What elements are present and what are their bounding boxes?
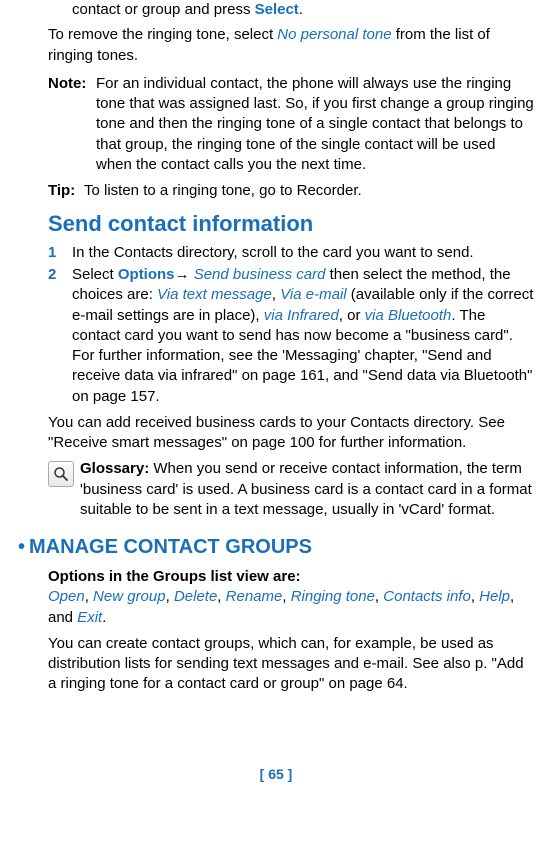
glossary-block: Glossary: When you send or receive conta… <box>48 459 534 520</box>
step-body: Select Options→ Send business card then … <box>72 265 534 407</box>
comma: , <box>471 588 479 605</box>
step-1: 1 In the Contacts directory, scroll to t… <box>48 243 534 263</box>
step-2: 2 Select Options→ Send business card the… <box>48 265 534 407</box>
via-email: Via e-mail <box>280 286 346 303</box>
bullet-icon: • <box>18 536 25 558</box>
opt-contacts-info: Contacts info <box>383 588 471 605</box>
tip-body: To listen to a ringing tone, go to Recor… <box>84 181 362 201</box>
opt-help: Help <box>479 588 510 605</box>
comma: , <box>166 588 174 605</box>
opt-open: Open <box>48 588 85 605</box>
opt-exit: Exit <box>77 609 102 626</box>
options-list-label: Options in the Groups list view are: <box>48 567 534 587</box>
step-number: 2 <box>48 265 72 407</box>
text-fragment: Select <box>72 266 118 283</box>
text-fragment: , or <box>339 307 365 324</box>
remove-tone-para: To remove the ringing tone, select No pe… <box>48 25 534 66</box>
no-personal-tone: No personal tone <box>277 26 391 43</box>
note-label: Note: <box>48 74 96 175</box>
via-bluetooth: via Bluetooth <box>365 307 452 324</box>
opt-new-group: New group <box>93 588 166 605</box>
text-fragment: , <box>272 286 280 303</box>
glossary-label: Glossary: <box>80 460 149 477</box>
manage-body: You can create contact groups, which can… <box>48 634 534 695</box>
comma: , <box>375 588 383 605</box>
via-text-message: Via text message <box>157 286 272 303</box>
document-page: contact or group and press Select. To re… <box>0 0 552 784</box>
page-number: [ 65 ] <box>18 765 534 784</box>
note-body: For an individual contact, the phone wil… <box>96 74 534 175</box>
opt-ringing-tone: Ringing tone <box>291 588 375 605</box>
comma: , <box>217 588 225 605</box>
after-steps-para: You can add received business cards to y… <box>48 413 534 454</box>
options-list: Open, New group, Delete, Rename, Ringing… <box>48 587 534 628</box>
step-number: 1 <box>48 243 72 263</box>
text-fragment: To remove the ringing tone, select <box>48 26 277 43</box>
note-block: Note: For an individual contact, the pho… <box>48 74 534 175</box>
continuation-line: contact or group and press Select. <box>48 0 534 20</box>
period: . <box>102 609 106 626</box>
manage-title: MANAGE CONTACT GROUPS <box>29 536 312 558</box>
magnifier-icon <box>48 461 74 487</box>
glossary-body: Glossary: When you send or receive conta… <box>80 459 534 520</box>
comma: , <box>85 588 93 605</box>
via-infrared: via Infrared <box>264 307 339 324</box>
manage-content: Options in the Groups list view are: Ope… <box>18 567 534 695</box>
text-fragment: contact or group and press <box>72 1 255 18</box>
options-keyword: Options <box>118 266 175 283</box>
section-header-send-contact: Send contact information <box>48 209 534 239</box>
opt-rename: Rename <box>226 588 283 605</box>
step-body: In the Contacts directory, scroll to the… <box>72 243 534 263</box>
tip-block: Tip: To listen to a ringing tone, go to … <box>48 181 534 201</box>
section-header-manage-groups: •MANAGE CONTACT GROUPS <box>18 534 534 561</box>
select-keyword: Select <box>255 1 299 18</box>
opt-delete: Delete <box>174 588 217 605</box>
text-fragment: . <box>299 1 303 18</box>
send-business-card: Send business card <box>194 266 326 283</box>
comma: , <box>282 588 290 605</box>
content-area: contact or group and press Select. To re… <box>18 0 534 520</box>
arrow-icon: → <box>175 266 194 283</box>
magnifier-svg <box>53 466 69 482</box>
tip-label: Tip: <box>48 181 84 201</box>
